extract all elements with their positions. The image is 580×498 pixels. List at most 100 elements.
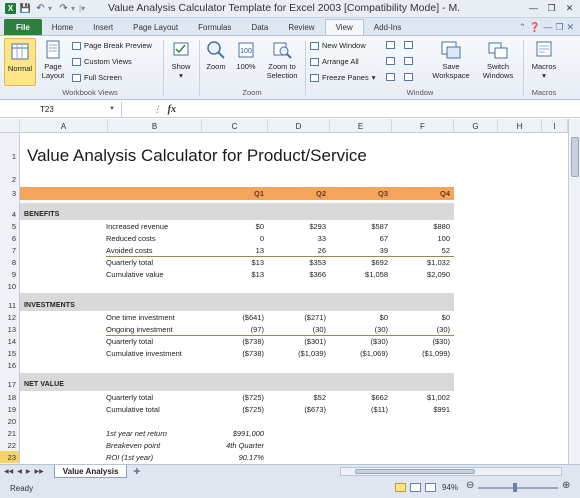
benefit-value[interactable]: $0 (202, 220, 264, 232)
investment-label-quarterly-total[interactable]: Quarterly total (106, 335, 153, 347)
row-header-4[interactable]: 4 (0, 208, 20, 220)
quarter-header-q4[interactable]: Q4 (392, 187, 450, 200)
net-value[interactable]: $991 (392, 403, 450, 415)
benefit-value[interactable]: $692 (330, 256, 388, 268)
column-header-g[interactable]: G (454, 119, 498, 133)
row-header-15[interactable]: 15 (0, 347, 20, 359)
undo-icon[interactable]: ↶ (35, 3, 46, 14)
net-label-quarterly-total[interactable]: Quarterly total (106, 391, 153, 403)
benefit-value[interactable]: 0 (202, 232, 264, 244)
column-header-h[interactable]: H (498, 119, 542, 133)
prev-sheet-icon[interactable]: ◀ (17, 468, 22, 475)
column-header-f[interactable]: F (392, 119, 454, 133)
investment-value[interactable]: (30) (268, 323, 326, 335)
workbook-minimize-icon[interactable]: — (543, 22, 552, 32)
row-header-21[interactable]: 21 (0, 427, 20, 439)
benefit-value[interactable]: $13 (202, 268, 264, 280)
tab-formulas[interactable]: Formulas (188, 19, 241, 35)
benefit-value[interactable]: $293 (268, 220, 326, 232)
page-layout-view-button[interactable]: Page Layout (38, 40, 68, 80)
net-value[interactable]: $1,002 (392, 391, 450, 403)
tab-page-layout[interactable]: Page Layout (123, 19, 188, 35)
insert-sheet-icon[interactable]: ✚ (133, 467, 140, 476)
zoom-slider[interactable] (478, 483, 558, 492)
row-header-10[interactable]: 10 (0, 280, 20, 292)
investment-value[interactable]: ($738) (202, 335, 264, 347)
summary-value-net-return[interactable]: $991,000 (202, 427, 264, 439)
tab-home[interactable]: Home (42, 19, 83, 35)
tab-data[interactable]: Data (241, 19, 278, 35)
benefit-label-cumulative-value[interactable]: Cumulative value (106, 268, 164, 280)
row-header-12[interactable]: 12 (0, 311, 20, 323)
zoom-100-button[interactable]: 100 100% (232, 40, 260, 71)
sheet-tab-value-analysis[interactable]: Value Analysis (53, 465, 128, 478)
name-box-dropdown-icon[interactable]: ▼ (109, 106, 115, 112)
normal-view-button[interactable]: Normal (4, 38, 36, 86)
column-header-e[interactable]: E (330, 119, 392, 133)
investment-value[interactable]: ($30) (330, 335, 388, 347)
net-value[interactable]: $662 (330, 391, 388, 403)
benefit-value[interactable]: $1,032 (392, 256, 450, 268)
investments-header[interactable]: INVESTMENTS (24, 299, 75, 311)
row-header-6[interactable]: 6 (0, 232, 20, 244)
insert-function-button[interactable]: fx (168, 104, 176, 115)
summary-value-roi[interactable]: 90.17% (202, 451, 264, 463)
vertical-scrollbar[interactable] (568, 119, 580, 464)
quarter-header-q1[interactable]: Q1 (202, 187, 264, 200)
new-window-button[interactable]: New Window (310, 41, 366, 50)
row-header-16[interactable]: 16 (0, 359, 20, 371)
benefit-label-reduced-costs[interactable]: Reduced costs (106, 232, 156, 244)
investment-value[interactable]: ($1,039) (268, 347, 326, 359)
minimize-button[interactable]: — (525, 1, 542, 15)
reset-window-position-button[interactable] (404, 73, 413, 81)
page-break-preview-button[interactable]: Page Break Preview (72, 41, 152, 50)
column-header-c[interactable]: C (202, 119, 268, 133)
net-value[interactable]: $52 (268, 391, 326, 403)
spreadsheet-grid[interactable]: 1 2 3 4 5 6 7 8 9 10 11 12 13 14 15 16 1… (0, 133, 575, 464)
select-all-button[interactable] (0, 119, 20, 133)
row-header-20[interactable]: 20 (0, 415, 20, 427)
benefit-value[interactable]: $2,090 (392, 268, 450, 280)
summary-label-roi[interactable]: ROI (1st year) (106, 451, 153, 463)
workbook-close-icon[interactable]: ✕ (566, 22, 574, 33)
benefit-label-quarterly-total[interactable]: Quarterly total (106, 256, 153, 268)
row-header-7[interactable]: 7 (0, 244, 20, 256)
row-header-17[interactable]: 17 (0, 378, 20, 390)
benefit-value[interactable]: 52 (392, 244, 450, 256)
row-header-19[interactable]: 19 (0, 403, 20, 415)
last-sheet-icon[interactable]: ▶▶ (34, 468, 43, 475)
net-value[interactable]: ($11) (330, 403, 388, 415)
row-header-11[interactable]: 11 (0, 299, 20, 311)
save-icon[interactable]: 💾 (20, 3, 31, 14)
row-header-13[interactable]: 13 (0, 323, 20, 335)
benefit-value[interactable]: 33 (268, 232, 326, 244)
show-button[interactable]: Show ▾ (166, 40, 196, 80)
column-header-d[interactable]: D (268, 119, 330, 133)
column-header-b[interactable]: B (108, 119, 202, 133)
summary-label-net-return[interactable]: 1st year net return (106, 427, 167, 439)
investment-value[interactable]: ($30) (392, 335, 450, 347)
undo-dropdown-icon[interactable]: ▾ (48, 4, 52, 13)
sheet-title[interactable]: Value Analysis Calculator for Product/Se… (27, 145, 367, 167)
view-side-by-side-button[interactable] (404, 41, 413, 49)
restore-button[interactable]: ❐ (543, 1, 560, 15)
zoom-button[interactable]: Zoom (202, 40, 230, 71)
help-icon[interactable]: ❓ (529, 22, 540, 33)
tab-file[interactable]: File (4, 19, 42, 35)
investment-value[interactable]: (30) (330, 323, 388, 335)
row-header-1[interactable]: 1 (0, 147, 20, 165)
benefit-value[interactable]: 13 (202, 244, 264, 256)
tab-add-ins[interactable]: Add-Ins (364, 19, 412, 35)
freeze-panes-button[interactable]: Freeze Panes ▾ (310, 73, 375, 82)
summary-label-breakeven[interactable]: Breakeven point (106, 439, 160, 451)
normal-view-shortcut-icon[interactable] (395, 483, 406, 492)
zoom-level[interactable]: 94% (442, 483, 458, 492)
macros-button[interactable]: Macros ▾ (526, 40, 562, 80)
benefit-value[interactable]: 67 (330, 232, 388, 244)
benefit-value[interactable]: $353 (268, 256, 326, 268)
row-header-23[interactable]: 23 (0, 451, 20, 463)
benefit-value[interactable]: $587 (330, 220, 388, 232)
investment-value[interactable]: ($301) (268, 335, 326, 347)
redo-icon[interactable]: ↷ (58, 3, 69, 14)
full-screen-button[interactable]: Full Screen (72, 73, 122, 82)
